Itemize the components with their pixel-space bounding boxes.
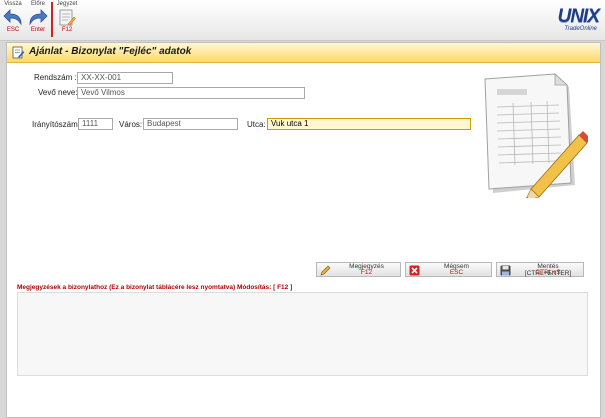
toolbar-separator — [51, 2, 53, 37]
logo-subtext: TradeOnline — [564, 26, 597, 32]
logo-text: UNIX — [557, 6, 600, 27]
varos-label: Város: — [119, 120, 143, 129]
iranyitoszam-field[interactable]: 1111 — [78, 118, 113, 130]
pencil-icon — [320, 265, 331, 276]
document-edit-icon — [59, 9, 76, 26]
back-key: ESC — [6, 27, 20, 33]
notes-area-label: Megjegyzések a bizonylathoz (Ez a bizony… — [17, 284, 293, 291]
varos-field[interactable]: Budapest — [143, 118, 238, 130]
toolbar: Vissza ESC Előre Enter Jegyzet F12 UNIX … — [0, 0, 605, 41]
megsem-key: ESC — [449, 269, 464, 276]
forward-button[interactable]: Előre Enter — [27, 1, 49, 34]
notes-label: Jegyzet — [56, 1, 78, 7]
page-title: Ajánlat - Bizonylat "Fejléc" adatok — [29, 46, 192, 57]
forward-label: Előre — [30, 1, 45, 7]
panel-titlebar: Ajánlat - Bizonylat "Fejléc" adatok — [7, 43, 600, 63]
notes-key: F12 — [61, 27, 73, 33]
forward-arrow-icon — [29, 9, 48, 26]
vevo-label: Vevő neve: — [38, 88, 78, 97]
utca-label: Utca: — [247, 120, 266, 129]
back-label: Vissza — [4, 1, 22, 7]
megjegyzes-key: F12 — [360, 269, 373, 276]
forward-key: Enter — [30, 27, 46, 33]
iranyitoszam-label: Irányítószám: — [32, 120, 81, 129]
save-disk-icon — [500, 265, 511, 276]
megsem-button[interactable]: Mégsem ESC — [405, 262, 492, 277]
header-data-panel: Ajánlat - Bizonylat "Fejléc" adatok Rend… — [6, 42, 601, 418]
cancel-icon — [409, 265, 420, 276]
notes-textarea[interactable] — [17, 292, 588, 376]
back-arrow-icon — [3, 9, 22, 26]
megjegyzes-button[interactable]: Megjegyzés F12 — [316, 262, 401, 277]
rendszam-field[interactable]: XX-XX-001 — [77, 72, 173, 84]
mentes-button[interactable]: Mentés [CTRL+ENTER] CTRL+S — [496, 262, 584, 277]
vevo-field[interactable]: Vevő Vilmos — [77, 87, 305, 99]
utca-field[interactable]: Vuk utca 1 — [267, 118, 471, 130]
mentes-key: CTRL+S — [535, 269, 561, 276]
back-button[interactable]: Vissza ESC — [2, 1, 24, 34]
notes-button[interactable]: Jegyzet F12 — [56, 1, 78, 34]
rendszam-label: Rendszám : — [34, 73, 77, 82]
document-icon — [12, 46, 25, 59]
unix-logo: UNIX TradeOnline — [541, 3, 600, 35]
document-pencil-illustration — [484, 73, 588, 198]
